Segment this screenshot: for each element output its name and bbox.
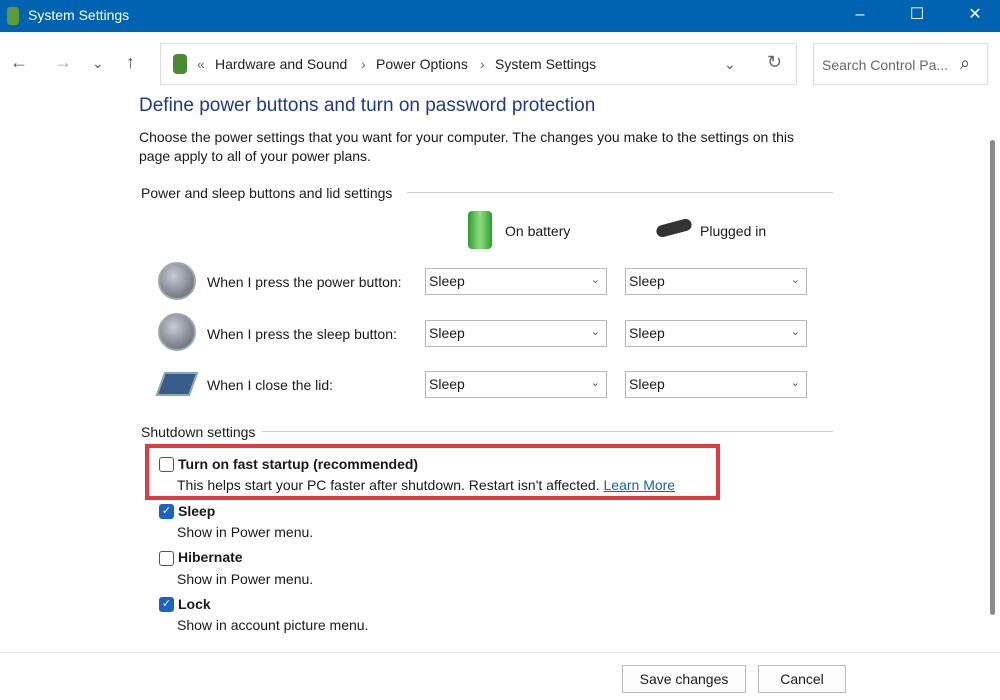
fast-startup-description: This helps start your PC faster after sh… bbox=[177, 477, 600, 493]
hibernate-label[interactable]: Hibernate bbox=[178, 549, 243, 565]
laptop-lid-icon bbox=[155, 372, 199, 396]
divider bbox=[262, 431, 833, 432]
sleep-button-battery-select[interactable]: Sleep ⌄ bbox=[425, 320, 607, 347]
back-button[interactable]: ← bbox=[10, 52, 28, 73]
chevron-down-icon: ⌄ bbox=[790, 326, 800, 338]
chevron-down-icon: ⌄ bbox=[590, 377, 600, 389]
search-input[interactable]: Search Control Pa... bbox=[822, 57, 948, 73]
select-value: Sleep bbox=[429, 273, 465, 289]
power-button-plugged-select[interactable]: Sleep ⌄ bbox=[625, 268, 807, 295]
cancel-button[interactable]: Cancel bbox=[758, 665, 846, 693]
lid-battery-select[interactable]: Sleep ⌄ bbox=[425, 371, 607, 398]
page-description: Choose the power settings that you want … bbox=[139, 129, 795, 164]
power-button-battery-select[interactable]: Sleep ⌄ bbox=[425, 268, 607, 295]
address-bar[interactable]: « Hardware and Sound › Power Options › S… bbox=[160, 43, 797, 85]
lock-description: Show in account picture menu. bbox=[177, 617, 369, 633]
address-dropdown-icon[interactable]: ⌄ bbox=[724, 56, 736, 73]
sleep-checkbox[interactable]: ✓ bbox=[159, 504, 174, 519]
search-icon[interactable]: ⌕ bbox=[960, 53, 970, 74]
sleep-description: Show in Power menu. bbox=[177, 524, 314, 540]
lock-label[interactable]: Lock bbox=[178, 596, 211, 612]
app-icon bbox=[7, 7, 19, 25]
fast-startup-desc: This helps start your PC faster after sh… bbox=[177, 477, 675, 493]
window-title: System Settings bbox=[28, 7, 130, 23]
footer-divider bbox=[0, 652, 1000, 653]
search-box[interactable]: Search Control Pa... ⌕ bbox=[813, 43, 988, 85]
select-value: Sleep bbox=[429, 376, 465, 392]
breadcrumb-overflow[interactable]: « bbox=[197, 56, 205, 72]
minimize-button[interactable]: – bbox=[840, 4, 880, 28]
chevron-down-icon: ⌄ bbox=[790, 377, 800, 389]
select-value: Sleep bbox=[429, 325, 465, 341]
select-value: Sleep bbox=[629, 273, 665, 289]
breadcrumb-hardware-sound[interactable]: Hardware and Sound bbox=[215, 56, 347, 72]
lock-checkbox[interactable]: ✓ bbox=[159, 597, 174, 612]
breadcrumb-separator: › bbox=[480, 56, 485, 72]
maximize-button[interactable]: ☐ bbox=[897, 4, 937, 28]
on-battery-label: On battery bbox=[505, 223, 571, 239]
divider bbox=[407, 192, 833, 193]
sleep-button-icon bbox=[158, 313, 196, 351]
hibernate-checkbox[interactable] bbox=[159, 551, 174, 566]
lid-label: When I close the lid: bbox=[207, 377, 334, 393]
power-button-label: When I press the power button: bbox=[207, 274, 402, 290]
breadcrumb-power-options[interactable]: Power Options bbox=[376, 56, 468, 72]
plugged-in-label: Plugged in bbox=[700, 223, 767, 239]
power-buttons-heading: Power and sleep buttons and lid settings bbox=[141, 185, 393, 201]
chevron-down-icon: ⌄ bbox=[790, 274, 800, 286]
lid-plugged-select[interactable]: Sleep ⌄ bbox=[625, 371, 807, 398]
chevron-down-icon: ⌄ bbox=[590, 326, 600, 338]
learn-more-link[interactable]: Learn More bbox=[604, 477, 676, 493]
fast-startup-checkbox[interactable] bbox=[159, 457, 174, 472]
up-button[interactable]: ↑ bbox=[126, 52, 135, 73]
chevron-down-icon: ⌄ bbox=[590, 274, 600, 286]
select-value: Sleep bbox=[629, 325, 665, 341]
battery-icon bbox=[468, 211, 492, 249]
close-button[interactable]: ✕ bbox=[955, 4, 995, 28]
shutdown-heading: Shutdown settings bbox=[141, 424, 256, 440]
power-button-icon bbox=[158, 262, 196, 300]
sleep-button-label: When I press the sleep button: bbox=[207, 326, 397, 342]
recent-locations-button[interactable]: ⌄ bbox=[92, 55, 104, 72]
fast-startup-label[interactable]: Turn on fast startup (recommended) bbox=[178, 456, 418, 472]
save-changes-button[interactable]: Save changes bbox=[622, 665, 746, 693]
plug-icon bbox=[655, 217, 693, 239]
forward-button[interactable]: → bbox=[54, 52, 72, 73]
title-bar: System Settings – ☐ ✕ bbox=[0, 0, 1000, 32]
control-panel-icon bbox=[173, 54, 187, 74]
hibernate-description: Show in Power menu. bbox=[177, 571, 314, 587]
sleep-button-plugged-select[interactable]: Sleep ⌄ bbox=[625, 320, 807, 347]
page-title: Define power buttons and turn on passwor… bbox=[139, 95, 596, 116]
select-value: Sleep bbox=[629, 376, 665, 392]
scrollbar-thumb[interactable] bbox=[990, 140, 995, 615]
refresh-icon[interactable]: ↻ bbox=[767, 52, 782, 73]
breadcrumb-separator: › bbox=[361, 56, 366, 72]
breadcrumb-system-settings[interactable]: System Settings bbox=[495, 56, 596, 72]
sleep-label[interactable]: Sleep bbox=[178, 503, 215, 519]
